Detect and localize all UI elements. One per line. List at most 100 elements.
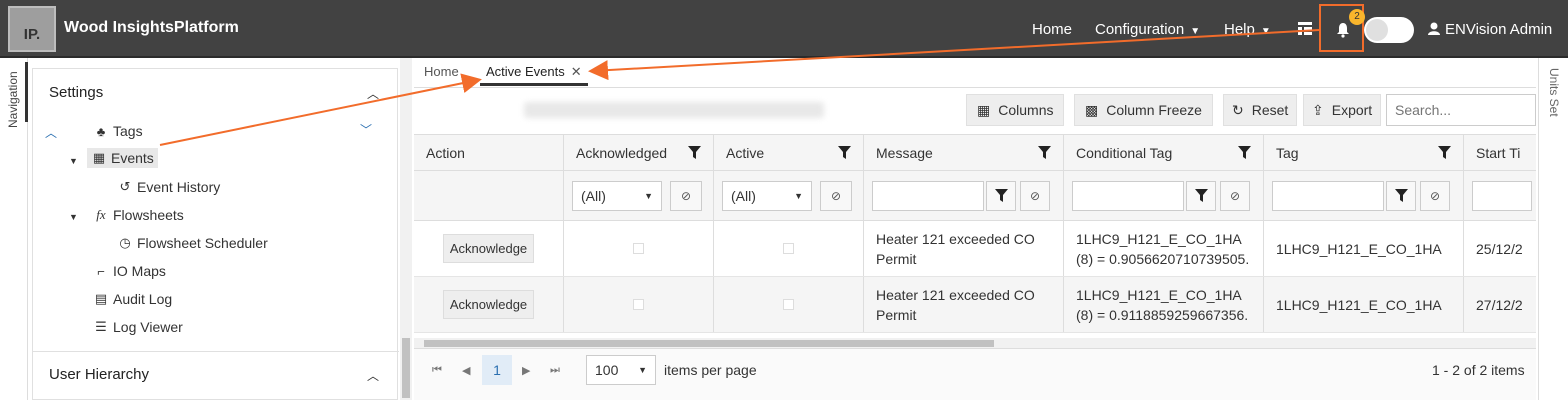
user-menu[interactable]: ENVision Admin bbox=[1428, 21, 1552, 38]
sidebar-item-audit-log[interactable]: ▤ Audit Log bbox=[93, 291, 172, 307]
navigation-rail[interactable]: Navigation bbox=[0, 58, 28, 400]
action-cell: Acknowledge bbox=[414, 277, 564, 332]
last-page-icon[interactable]: ⏭ bbox=[550, 364, 560, 377]
header-active[interactable]: Active bbox=[714, 135, 864, 170]
filter-icon[interactable] bbox=[1238, 146, 1251, 159]
calendar-icon: ▦ bbox=[92, 150, 106, 165]
sidebar-item-io-maps[interactable]: ⌐ IO Maps bbox=[93, 263, 166, 279]
conditional-tag-filter-input[interactable] bbox=[1072, 180, 1184, 211]
action-cell: Acknowledge bbox=[414, 221, 564, 276]
acknowledged-cell bbox=[564, 277, 714, 332]
blurred-timestamp bbox=[524, 102, 824, 118]
sidebar-item-event-history[interactable]: ↺ Event History bbox=[117, 179, 221, 195]
scrollbar-thumb[interactable] bbox=[402, 338, 410, 398]
column-freeze-button[interactable]: ▩ Column Freeze bbox=[1074, 94, 1213, 126]
expand-toggle-icon[interactable]: ▼ bbox=[69, 212, 78, 222]
tag-filter-input[interactable] bbox=[1272, 180, 1384, 211]
sidebar-item-log-viewer[interactable]: ☰ Log Viewer bbox=[93, 319, 183, 335]
start-time-filter-input[interactable] bbox=[1472, 180, 1532, 211]
acknowledge-button[interactable]: Acknowledge bbox=[442, 234, 535, 263]
table-row[interactable]: Acknowledge Heater 121 exceeded CO Permi… bbox=[414, 277, 1536, 333]
reset-button[interactable]: ↻ Reset bbox=[1223, 94, 1298, 126]
nav-home-link[interactable]: Home bbox=[1032, 21, 1072, 38]
filter-icon[interactable] bbox=[838, 146, 851, 159]
first-page-icon[interactable]: ⏮ bbox=[432, 364, 442, 377]
clear-filter-button[interactable]: ⊘ bbox=[1220, 180, 1250, 211]
user-hierarchy-section-header[interactable]: User Hierarchy bbox=[49, 366, 149, 383]
filter-button[interactable] bbox=[1186, 180, 1216, 211]
header-acknowledged[interactable]: Acknowledged bbox=[564, 135, 714, 170]
clear-filter-button[interactable]: ⊘ bbox=[1420, 180, 1450, 211]
grid-horizontal-scrollbar[interactable] bbox=[414, 338, 1536, 348]
filter-icon[interactable] bbox=[1438, 146, 1451, 159]
sidebar-item-tags[interactable]: ♣ Tags bbox=[93, 123, 143, 139]
search-input[interactable] bbox=[1386, 94, 1536, 126]
settings-section-header[interactable]: Settings bbox=[49, 84, 103, 101]
prev-page-icon[interactable]: ◀ bbox=[462, 364, 470, 377]
clear-filter-icon: ⊘ bbox=[1229, 188, 1241, 203]
pager-summary: 1 - 2 of 2 items bbox=[1432, 362, 1525, 378]
tab-home[interactable]: Home bbox=[424, 64, 459, 79]
toggle-knob bbox=[1366, 19, 1388, 41]
filter-icon bbox=[1194, 189, 1208, 202]
header-start-time[interactable]: Start Ti bbox=[1464, 135, 1536, 170]
scroll-up-chevron-icon[interactable]: ︿ bbox=[45, 124, 57, 141]
tab-active-events[interactable]: Active Events ✕ bbox=[480, 64, 588, 86]
active-filter-select[interactable]: (All) ▼ bbox=[722, 180, 812, 211]
message-filter-input[interactable] bbox=[872, 180, 984, 211]
current-page-button[interactable]: 1 bbox=[482, 355, 512, 385]
notifications-button[interactable]: 2 bbox=[1319, 4, 1365, 52]
clear-filter-button[interactable]: ⊘ bbox=[1020, 180, 1050, 211]
clear-filter-button[interactable]: ⊘ bbox=[670, 180, 702, 211]
app-logo[interactable]: IP. bbox=[8, 6, 56, 52]
sidebar-item-flowsheet-scheduler[interactable]: ◷ Flowsheet Scheduler bbox=[117, 235, 267, 251]
start-time-cell: 25/12/2 bbox=[1476, 240, 1523, 257]
acknowledged-cell bbox=[564, 221, 714, 276]
active-cell bbox=[714, 221, 864, 276]
units-set-rail[interactable]: Units Set bbox=[1538, 58, 1568, 400]
filter-button[interactable] bbox=[1386, 180, 1416, 211]
acknowledge-button[interactable]: Acknowledge bbox=[442, 290, 535, 319]
chevron-up-icon[interactable]: ︿ bbox=[367, 85, 379, 102]
filter-icon[interactable] bbox=[688, 146, 701, 159]
sidebar-scrollbar[interactable] bbox=[400, 58, 412, 400]
header-tag[interactable]: Tag bbox=[1264, 135, 1464, 170]
chevron-up-icon[interactable]: ︿ bbox=[367, 367, 379, 384]
header-conditional-tag[interactable]: Conditional Tag bbox=[1064, 135, 1264, 170]
active-checkbox[interactable] bbox=[783, 243, 794, 254]
active-checkbox[interactable] bbox=[783, 299, 794, 310]
acknowledged-checkbox[interactable] bbox=[633, 299, 644, 310]
page-size-select[interactable]: 100 ▼ bbox=[586, 355, 656, 385]
table-row[interactable]: Acknowledge Heater 121 exceeded CO Permi… bbox=[414, 221, 1536, 277]
filter-button[interactable] bbox=[986, 180, 1016, 211]
sidebar-item-events[interactable]: ▦ Events bbox=[87, 148, 158, 168]
theme-toggle[interactable] bbox=[1364, 17, 1414, 43]
sidebar-item-label: Audit Log bbox=[113, 291, 173, 307]
user-icon bbox=[1428, 22, 1440, 35]
notification-count-badge: 2 bbox=[1349, 9, 1365, 25]
grid-header-row: Action Acknowledged Active Message Condi… bbox=[414, 135, 1536, 171]
sidebar-item-flowsheets[interactable]: fx Flowsheets bbox=[93, 207, 184, 223]
filter-cell-acknowledged: (All) ▼ ⊘ bbox=[564, 171, 714, 220]
table-view-icon[interactable] bbox=[1298, 22, 1312, 36]
sidebar-item-label: Events bbox=[111, 150, 154, 166]
close-icon[interactable]: ✕ bbox=[571, 64, 582, 79]
acknowledged-filter-select[interactable]: (All) ▼ bbox=[572, 180, 662, 211]
next-page-icon[interactable]: ▶ bbox=[522, 364, 530, 377]
clear-filter-icon: ⊘ bbox=[1029, 188, 1041, 203]
nav-configuration-menu[interactable]: Configuration ▼ bbox=[1095, 21, 1200, 38]
scrollbar-thumb[interactable] bbox=[424, 340, 994, 347]
header-label: Conditional Tag bbox=[1076, 144, 1173, 161]
start-time-cell: 27/12/2 bbox=[1476, 296, 1523, 313]
clear-filter-button[interactable]: ⊘ bbox=[820, 180, 852, 211]
events-grid: Action Acknowledged Active Message Condi… bbox=[414, 134, 1536, 338]
header-message[interactable]: Message bbox=[864, 135, 1064, 170]
scroll-down-chevron-icon[interactable]: ﹀ bbox=[360, 121, 372, 138]
export-button[interactable]: ⇪ Export bbox=[1303, 94, 1382, 126]
sidebar-item-label: Event History bbox=[137, 179, 221, 195]
filter-icon[interactable] bbox=[1038, 146, 1051, 159]
expand-toggle-icon[interactable]: ▼ bbox=[69, 156, 78, 166]
columns-button[interactable]: ▦ Columns bbox=[966, 94, 1065, 126]
nav-help-menu[interactable]: Help ▼ bbox=[1224, 21, 1271, 38]
acknowledged-checkbox[interactable] bbox=[633, 243, 644, 254]
